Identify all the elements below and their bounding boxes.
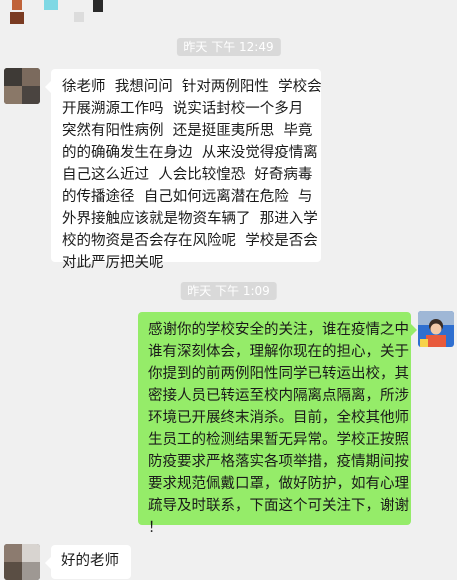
image-thumbnail[interactable] (12, 0, 22, 10)
timestamp: 昨天 下午 12:49 (176, 38, 281, 56)
avatar[interactable] (418, 311, 454, 347)
image-thumbnail[interactable] (10, 12, 24, 24)
incoming-message-bubble[interactable]: 徐老师 我想问问 针对两例阳性 学校会 开展溯源工作吗 说实话封校一个多月 突然… (45, 69, 322, 271)
image-thumbnail[interactable] (74, 12, 84, 22)
avatar-image (418, 311, 454, 347)
avatar-image (4, 68, 40, 104)
avatar-image (4, 544, 40, 580)
timestamp: 昨天 下午 1:09 (180, 282, 277, 300)
incoming-message-bubble[interactable]: 好的老师 (45, 545, 131, 579)
image-thumbnail[interactable] (44, 0, 58, 10)
avatar[interactable] (4, 544, 40, 580)
image-thumbnail[interactable] (93, 0, 103, 12)
previous-message-fragment (0, 0, 120, 28)
outgoing-message-bubble[interactable]: 感谢你的学校安全的关注，谁在疫情之中 谁有深刻体会，理解你现在的担心，关于 你提… (138, 312, 417, 536)
avatar[interactable] (4, 68, 40, 104)
